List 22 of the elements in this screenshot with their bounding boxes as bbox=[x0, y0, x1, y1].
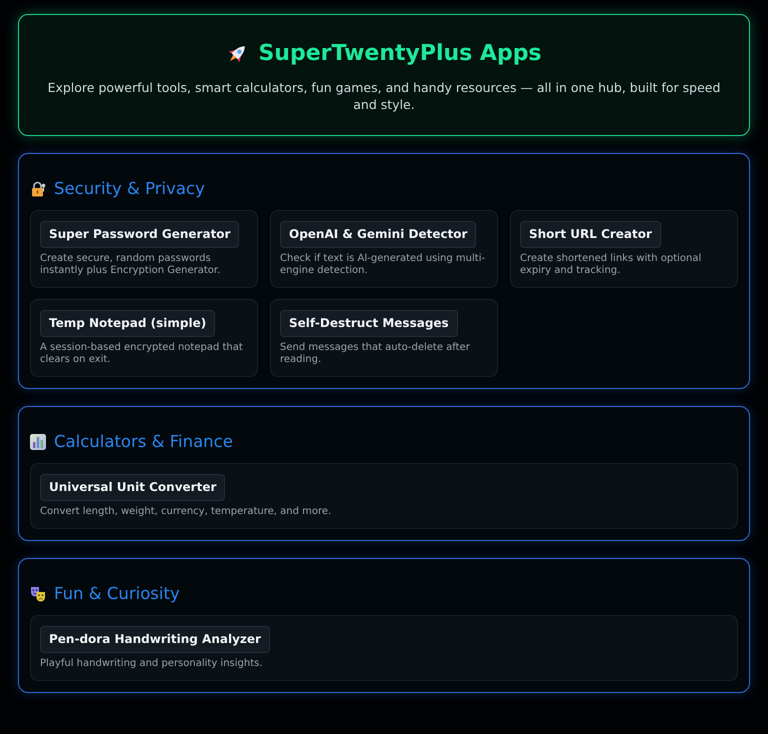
theater-masks-icon bbox=[30, 586, 46, 602]
lock-with-key-icon bbox=[30, 181, 46, 197]
page-title: SuperTwentyPlus Apps bbox=[258, 40, 542, 68]
tool-description: Create secure, random passwords instantly plus Encryption Generator. bbox=[40, 253, 222, 277]
tool-link[interactable]: Self-Destruct Messages bbox=[280, 310, 458, 337]
section-heading: Fun & Curiosity bbox=[54, 584, 180, 604]
tool-description: Convert length, weight, currency, temperature, and more. bbox=[40, 506, 332, 518]
tool-description: Check if text is AI-generated using multi-engine detection. bbox=[280, 253, 486, 277]
section-heading: Calculators & Finance bbox=[54, 432, 233, 452]
tool-description: Send messages that auto-delete after reading. bbox=[280, 342, 471, 366]
tool-link[interactable]: Short URL Creator bbox=[520, 221, 661, 248]
section-heading: Security & Privacy bbox=[54, 179, 205, 199]
bar-chart-icon bbox=[30, 434, 46, 450]
tool-link[interactable]: Universal Unit Converter bbox=[40, 474, 226, 501]
tool-link[interactable]: Super Password Generator bbox=[40, 221, 240, 248]
tool-link[interactable]: Pen-dora Handwriting Analyzer bbox=[40, 626, 270, 653]
tool-link[interactable]: OpenAI & Gemini Detector bbox=[280, 221, 476, 248]
page-subtitle: Explore powerful tools, smart calculators, fun games, and handy resources — all in one hub, built for speed and style. bbox=[46, 79, 722, 113]
tool-description: A session-based encrypted notepad that clears on exit. bbox=[40, 342, 244, 366]
tool-description: Create shortened links with optional expiry and tracking. bbox=[520, 253, 702, 277]
tool-description: Playful handwriting and personality insights. bbox=[40, 658, 263, 670]
tool-link[interactable]: Temp Notepad (simple) bbox=[40, 310, 216, 337]
